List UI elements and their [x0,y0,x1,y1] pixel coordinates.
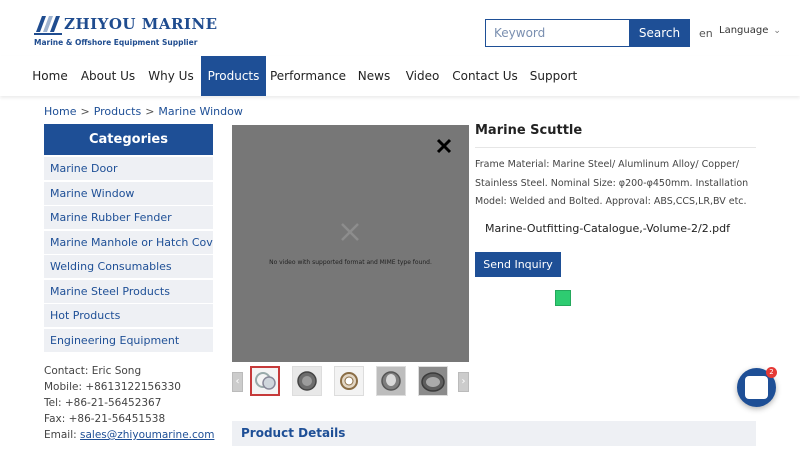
product-title: Marine Scuttle [475,123,583,138]
category-welding-consumables[interactable]: Welding Consumables [44,255,213,278]
nav-item-home[interactable]: Home [26,56,74,96]
category-marine-steel-products[interactable]: Marine Steel Products [44,279,213,303]
contact-email-link[interactable]: sales@zhiyoumarine.com [80,429,214,441]
contact-fax: Fax: +86-21-56451538 [44,413,166,425]
thumbnail-2[interactable] [292,366,322,396]
product-description: Frame Material: Marine Steel/ Alumlinum … [475,159,749,207]
contact-email-label: Email: [44,429,81,441]
category-marine-door[interactable]: Marine Door [44,157,213,180]
nav-item-video[interactable]: Video [400,56,445,96]
category-hot-products[interactable]: Hot Products [44,304,213,327]
video-error-message: No video with supported format and MIME … [269,259,432,266]
contact-email-row: Email: sales@zhiyoumarine.com [44,427,214,443]
video-error-icon [341,223,359,241]
nav-item-contact-us[interactable]: Contact Us [451,56,519,96]
category-marine-manhole-hatch-cover[interactable]: Marine Manhole or Hatch Cover [44,230,213,254]
contact-person: Contact: Eric Song [44,365,142,377]
main-nav: Home About Us Why Us Products Performanc… [0,56,800,96]
send-inquiry-button[interactable]: Send Inquiry [475,252,561,277]
scuttle-thumbnail-icon [293,367,321,395]
nav-item-news[interactable]: News [352,56,396,96]
contact-info: Contact: Eric Song Mobile: +861312215633… [44,363,214,443]
divider [475,147,756,148]
catalogue-pdf-link[interactable]: Marine-Outfitting-Catalogue,-Volume-2/2.… [485,222,730,235]
chevron-down-icon: ⌄ [773,25,781,36]
brand-tagline: Marine & Offshore Equipment Supplier [34,38,198,47]
contact-mobile: Mobile: +8613122156330 [44,381,181,393]
search-button[interactable]: Search [629,19,690,47]
thumbnail-5[interactable] [418,366,448,396]
nav-item-about-us[interactable]: About Us [78,56,138,96]
search-input[interactable] [485,19,630,47]
categories-list: Marine Door Marine Window Marine Rubber … [44,157,213,353]
thumbnail-4[interactable] [376,366,406,396]
site-header: ZHIYOU MARINE Marine & Offshore Equipmen… [0,0,800,56]
breadcrumb-separator: > [80,105,90,118]
category-marine-window[interactable]: Marine Window [44,181,213,205]
status-indicator [555,290,571,306]
language-code: en [699,27,713,40]
contact-tel: Tel: +86-21-56452367 [44,397,162,409]
nav-item-products[interactable]: Products [201,56,266,96]
thumbnail-1[interactable] [250,366,280,396]
brand-name: ZHIYOU MARINE [64,15,218,33]
video-player[interactable] [232,125,469,362]
scuttle-thumbnail-icon [419,367,447,395]
thumb-prev-button[interactable]: ‹ [232,372,243,392]
scuttle-thumbnail-icon [377,367,405,395]
breadcrumb-products[interactable]: Products [94,105,142,118]
breadcrumb-marine-window[interactable]: Marine Window [158,105,242,118]
close-icon[interactable] [435,137,453,155]
scuttle-thumbnail-icon [252,368,278,394]
breadcrumb: Home > Products > Marine Window [44,105,243,118]
categories-title: Categories [44,124,213,155]
category-marine-rubber-fender[interactable]: Marine Rubber Fender [44,206,213,229]
nav-item-why-us[interactable]: Why Us [144,56,198,96]
language-label: Language [719,25,769,36]
thumbnail-3[interactable] [334,366,364,396]
nav-item-performance[interactable]: Performance [268,56,348,96]
chat-icon [745,376,768,399]
breadcrumb-home[interactable]: Home [44,105,76,118]
chat-unread-badge: 2 [766,367,777,378]
thumb-next-button[interactable]: › [458,372,469,392]
breadcrumb-separator: > [145,105,155,118]
scuttle-thumbnail-icon [335,367,363,395]
product-details-title: Product Details [241,426,346,440]
ship-logo-icon [34,16,62,35]
nav-item-support[interactable]: Support [525,56,582,96]
language-dropdown[interactable]: Language ⌄ [719,25,781,36]
category-engineering-equipment[interactable]: Engineering Equipment [44,328,213,352]
